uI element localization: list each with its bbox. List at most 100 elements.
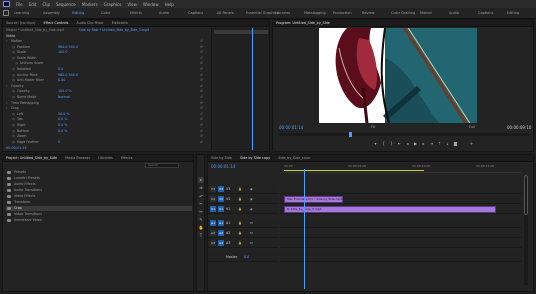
timeline-clip[interactable]: Mac Premiere Pro - Side by Side.mp4 xyxy=(284,196,343,203)
export-frame-icon[interactable]: ◙ xyxy=(453,141,458,146)
source-patch-button[interactable]: V1 xyxy=(210,206,216,212)
source-patch-button[interactable]: A3 xyxy=(210,240,216,246)
step-back-icon[interactable]: ◂ xyxy=(405,141,410,146)
selection-tool-icon[interactable]: ▸ xyxy=(198,177,204,183)
project-list-item[interactable]: Crop xyxy=(6,206,192,211)
program-scrubber[interactable] xyxy=(279,132,529,137)
hand-tool-icon[interactable]: ✋ xyxy=(198,225,204,231)
go-to-out-icon[interactable]: ⇥ xyxy=(429,141,434,146)
menu-help[interactable]: Help xyxy=(165,2,174,7)
menu-file[interactable]: File xyxy=(16,2,23,7)
ec-row-toggle-icon[interactable]: ◷ xyxy=(12,129,15,133)
ec-reset-icon[interactable]: ↺ xyxy=(200,61,203,65)
project-list-item[interactable]: Transform xyxy=(6,200,192,205)
ec-tab-1[interactable]: Effect Controls xyxy=(43,21,68,25)
ec-row-value[interactable]: 0.0 % xyxy=(58,123,67,127)
ec-row-toggle-icon[interactable]: › xyxy=(6,101,7,105)
program-quality-select[interactable]: Full xyxy=(469,125,475,129)
track-lock-icon[interactable]: 🔒 xyxy=(238,187,242,191)
settings-icon[interactable]: + xyxy=(469,141,474,146)
workspace-tab-0[interactable]: Learning xyxy=(14,11,29,15)
slip-tool-icon[interactable]: ↔ xyxy=(198,209,204,215)
ec-row-value[interactable]: 0.0 % xyxy=(58,129,67,133)
track-target-button[interactable]: A2 xyxy=(218,230,224,236)
extract-icon[interactable]: ⇣ xyxy=(445,141,450,146)
ec-row-toggle-icon[interactable]: ◷ xyxy=(12,73,15,77)
ec-reset-icon[interactable]: ↺ xyxy=(200,112,203,116)
ec-row-toggle-icon[interactable]: ◷ xyxy=(12,67,15,71)
ec-reset-icon[interactable]: ↺ xyxy=(200,67,203,71)
ec-row-toggle-icon[interactable]: ◷ xyxy=(12,45,15,49)
project-tab-2[interactable]: Libraries xyxy=(98,156,113,160)
source-patch-button[interactable]: V3 xyxy=(210,186,216,192)
workspace-tab-13[interactable]: Color Grading xyxy=(391,11,415,15)
workspace-tab-7[interactable]: All Panels xyxy=(217,11,234,15)
timeline-timecode[interactable]: 00:00:01:14 xyxy=(211,164,235,169)
source-patch-button[interactable]: V2 xyxy=(210,196,216,202)
workspace-tab-11[interactable]: Production xyxy=(333,11,352,15)
ec-row-toggle-icon[interactable]: › xyxy=(6,84,7,88)
type-tool-icon[interactable]: T xyxy=(198,233,204,239)
ec-reset-icon[interactable]: ↺ xyxy=(200,78,203,82)
ec-timecode[interactable]: 00:00:01:14 xyxy=(6,146,27,150)
project-list-item[interactable]: Lumetri Presets xyxy=(6,176,192,181)
ec-row-toggle-icon[interactable]: ◷ xyxy=(12,56,15,60)
scroll-thumb[interactable] xyxy=(524,175,528,215)
work-area-bar[interactable] xyxy=(284,170,424,171)
timeline-tab-0[interactable]: Side by Side xyxy=(211,156,232,160)
track-lock-icon[interactable]: 🔒 xyxy=(238,197,242,201)
ec-reset-icon[interactable]: ↺ xyxy=(200,45,203,49)
ec-row-value[interactable]: 0.0 xyxy=(58,67,63,71)
ec-row-toggle-icon[interactable]: ◷ xyxy=(12,89,15,93)
track-lane[interactable] xyxy=(280,239,522,248)
track-select-tool-icon[interactable]: ⇉ xyxy=(198,185,204,191)
workspace-tab-10[interactable]: Metalogging xyxy=(304,11,326,15)
play-icon[interactable]: ▶ xyxy=(413,141,418,146)
ec-row-value[interactable]: 100.0 xyxy=(58,50,67,54)
ec-reset-icon[interactable]: ↺ xyxy=(200,84,203,88)
track-lock-icon[interactable]: 🔒 xyxy=(238,207,242,211)
menu-sequence[interactable]: Sequence xyxy=(56,2,76,7)
track-target-button[interactable]: A3 xyxy=(218,240,224,246)
ec-row-value[interactable]: 960.0 540.0 xyxy=(58,45,78,49)
ec-reset-icon[interactable]: ↺ xyxy=(200,50,203,54)
project-tab-1[interactable]: Media Browser xyxy=(65,156,90,160)
ec-row-value[interactable]: 0.0 % xyxy=(58,117,67,121)
step-forward-icon[interactable]: ▸ xyxy=(421,141,426,146)
ec-reset-icon[interactable]: ↺ xyxy=(200,123,203,127)
project-list-item[interactable]: Presets xyxy=(6,170,192,175)
track-visibility-icon[interactable]: ◉ xyxy=(250,207,253,211)
ec-row-value[interactable]: Normal xyxy=(58,95,70,99)
ec-row-toggle-icon[interactable]: ◷ xyxy=(12,78,15,82)
track-lane[interactable] xyxy=(280,185,522,194)
ec-reset-icon[interactable]: ↺ xyxy=(200,95,203,99)
timeline-tab-2[interactable]: Side_by_Side_color xyxy=(278,156,310,160)
workspace-tab-5[interactable]: Audio xyxy=(159,11,169,15)
source-patch-button[interactable]: A1 xyxy=(210,220,216,226)
workspace-tab-16[interactable]: Captions xyxy=(478,11,493,15)
ec-reset-icon[interactable]: ↺ xyxy=(200,101,203,105)
project-list-item[interactable]: Audio Effects xyxy=(6,182,192,187)
ec-row-value[interactable]: 0 xyxy=(58,140,60,144)
menu-view[interactable]: View xyxy=(127,2,137,7)
workspace-tab-1[interactable]: Assembly xyxy=(43,11,60,15)
add-marker-icon[interactable]: ▾ xyxy=(373,141,378,146)
menu-clip[interactable]: Clip xyxy=(42,2,50,7)
ec-row-toggle-icon[interactable]: › xyxy=(6,106,7,110)
timeline-ruler[interactable]: 00:0000:00:05:0000:00:10:0000:00:15:0000… xyxy=(280,163,522,173)
project-tab-0[interactable]: Project: Untitled_Side_by_Side xyxy=(6,156,57,160)
track-lane[interactable] xyxy=(280,253,522,262)
menu-graphics[interactable]: Graphics xyxy=(104,2,122,7)
project-list-item[interactable]: Video Transitions xyxy=(6,212,192,217)
mark-in-icon[interactable]: { xyxy=(381,141,386,146)
ec-tab-0[interactable]: Source: (no clips) xyxy=(6,21,35,25)
mark-out-icon[interactable]: } xyxy=(389,141,394,146)
program-fit-select[interactable]: Fit xyxy=(371,125,375,129)
timeline-vertical-scrollbar[interactable] xyxy=(524,175,528,285)
track-target-button[interactable]: V1 xyxy=(218,206,224,212)
ripple-edit-tool-icon[interactable]: ⟛ xyxy=(198,193,204,199)
timeline-tracks-area[interactable]: Mac Premiere Pro - Side by Side.mp4 fx Si… xyxy=(280,175,522,285)
track-visibility-icon[interactable]: ◉ xyxy=(250,197,253,201)
workspace-tab-9[interactable]: Libraries xyxy=(275,11,290,15)
workspace-tab-17[interactable]: Editing xyxy=(507,11,519,15)
